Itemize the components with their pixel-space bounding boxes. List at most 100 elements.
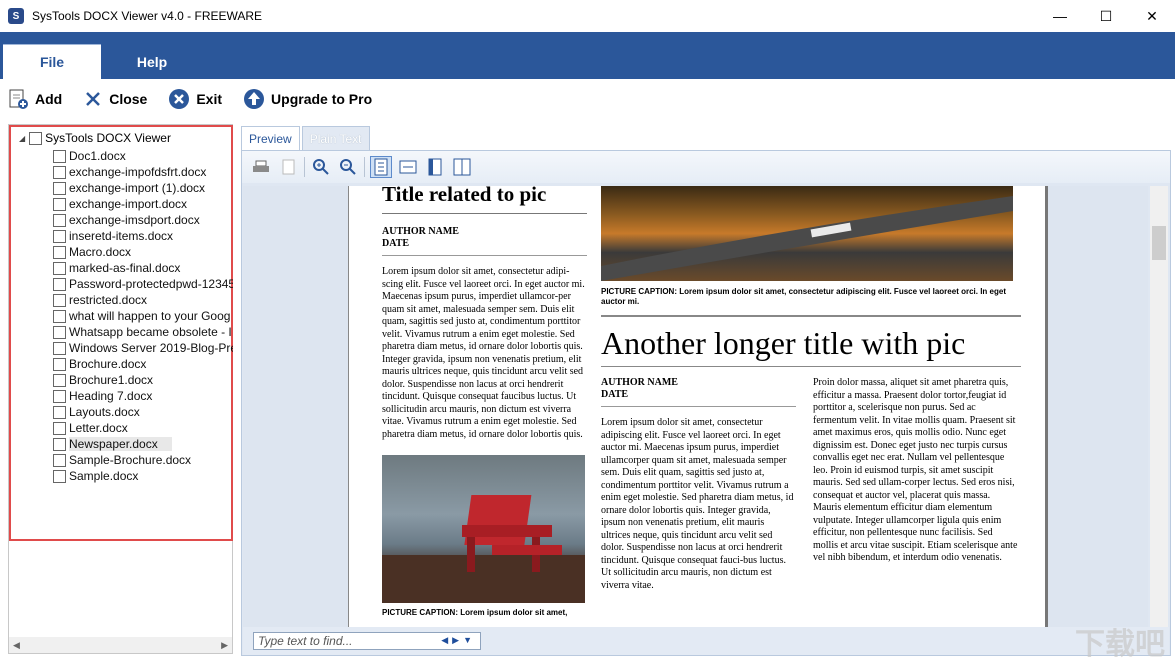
tab-plain-text[interactable]: Plain Text [301,126,370,150]
tree-file-item[interactable]: exchange-import.docx [53,196,233,212]
file-name-label: Layouts.docx [69,405,140,419]
exit-button[interactable]: Exit [168,88,222,110]
file-name-label: marked-as-final.docx [69,261,181,275]
file-name-label: exchange-imsdport.docx [69,213,200,227]
file-checkbox[interactable] [53,453,66,467]
find-nav-arrows-icon[interactable]: ◀▶▼ [441,635,476,646]
tree-file-item[interactable]: Letter.docx [53,420,233,436]
root-checkbox[interactable] [29,131,43,145]
title-bar: S SysTools DOCX Viewer v4.0 - FREEWARE —… [0,0,1175,32]
file-checkbox[interactable] [53,405,66,419]
tree-file-item[interactable]: Password-protectedpwd-12345 [53,276,233,292]
tree-file-item[interactable]: exchange-impofdsfrt.docx [53,164,233,180]
doc-author-block-2: AUTHOR NAME DATE [601,377,796,407]
document-canvas[interactable]: Title related to pic AUTHOR NAME DATE Lo… [243,186,1148,627]
file-checkbox[interactable] [53,229,66,243]
tab-help[interactable]: Help [110,44,194,79]
file-checkbox[interactable] [53,309,66,323]
tree-file-item[interactable]: Whatsapp became obsolete - I [53,324,233,340]
tree-file-item[interactable]: inseretd-items.docx [53,228,233,244]
tree-file-item[interactable]: marked-as-final.docx [53,260,233,276]
file-checkbox[interactable] [53,245,66,259]
file-name-label: Brochure.docx [69,357,147,371]
exit-label: Exit [196,91,223,107]
file-checkbox[interactable] [53,373,66,387]
tree-file-item[interactable]: exchange-import (1).docx [53,180,233,196]
tab-file[interactable]: File [3,44,101,79]
file-name-label: Heading 7.docx [69,389,153,403]
file-checkbox[interactable] [53,165,66,179]
upgrade-arrow-icon [243,88,265,110]
document-viewer: Title related to pic AUTHOR NAME DATE Lo… [241,150,1171,656]
fit-page-icon[interactable] [370,156,392,178]
app-logo-icon: S [8,8,24,24]
collapse-triangle-icon[interactable]: ◢ [19,134,25,143]
doc-title-2: Another longer title with pic [601,315,1021,367]
tree-file-item[interactable]: Sample.docx [53,468,233,484]
upgrade-button[interactable]: Upgrade to Pro [243,88,372,110]
doc-author-block-1: AUTHOR NAME DATE [382,226,587,256]
file-name-label: inseretd-items.docx [69,229,174,243]
tree-file-item[interactable]: Windows Server 2019-Blog-Pre [53,340,233,356]
file-name-label: Windows Server 2019-Blog-Pre [69,341,233,355]
zoom-out-icon[interactable] [337,156,359,178]
scroll-left-icon[interactable]: ◀ [13,640,20,651]
print-icon[interactable] [250,156,272,178]
tree-file-item[interactable]: Doc1.docx [53,148,233,164]
tree-file-item[interactable]: Newspaper.docx [53,436,233,452]
tree-file-item[interactable]: Heading 7.docx [53,388,233,404]
caption-bottom: PICTURE CAPTION: Lorem ipsum dolor sit a… [382,608,568,617]
file-checkbox[interactable] [53,325,66,339]
viewer-vertical-scrollbar[interactable] [1150,186,1168,627]
file-checkbox[interactable] [53,149,66,163]
minimize-button[interactable]: — [1037,0,1083,32]
close-label: Close [109,91,148,107]
tree-file-item[interactable]: Brochure1.docx [53,372,233,388]
file-checkbox[interactable] [53,293,66,307]
tree-file-item[interactable]: Sample-Brochure.docx [53,452,233,468]
fit-width-icon[interactable] [397,156,419,178]
tree-horizontal-scrollbar[interactable]: ◀ ▶ [9,637,232,653]
column-far-right: Proin dolor massa, aliquet sit amet phar… [813,377,1018,565]
maximize-button[interactable]: ☐ [1083,0,1129,32]
doc-title-1: Title related to pic [382,186,587,214]
find-input[interactable]: Type text to find... ◀▶▼ [253,632,481,650]
file-checkbox[interactable] [53,389,66,403]
upgrade-label: Upgrade to Pro [271,91,373,107]
zoom-in-icon[interactable] [310,156,332,178]
file-checkbox[interactable] [53,437,66,451]
doc-body-2: Lorem ipsum dolor sit amet, consectetur … [601,417,794,591]
tree-file-item[interactable]: exchange-imsdport.docx [53,212,233,228]
file-checkbox[interactable] [53,213,66,227]
close-button[interactable]: Close [83,89,147,109]
main-toolbar: Add Close Exit Upgrade to Pro [0,79,1175,119]
file-checkbox[interactable] [53,261,66,275]
scroll-thumb[interactable] [1152,226,1166,260]
doc-body-1: Lorem ipsum dolor sit amet, consectetur … [382,266,585,440]
file-checkbox[interactable] [53,341,66,355]
single-page-icon[interactable] [424,156,446,178]
close-window-button[interactable]: ✕ [1129,0,1175,32]
add-button[interactable]: Add [7,88,62,110]
file-checkbox[interactable] [53,357,66,371]
tree-file-item[interactable]: what will happen to your Goog [53,308,233,324]
file-checkbox[interactable] [53,197,66,211]
tree-file-item[interactable]: Macro.docx [53,244,233,260]
tree-root[interactable]: ◢ SysTools DOCX Viewer [19,131,171,145]
tree-file-item[interactable]: Brochure.docx [53,356,233,372]
find-bar: Type text to find... ◀▶▼ [243,627,1169,655]
tree-file-item[interactable]: Layouts.docx [53,404,233,420]
tab-preview[interactable]: Preview [241,126,300,150]
tree-file-item[interactable]: restricted.docx [53,292,233,308]
caption-top: PICTURE CAPTION: Lorem ipsum dolor sit a… [601,287,1006,306]
copy-icon[interactable] [277,156,299,178]
file-name-label: Brochure1.docx [69,373,154,387]
file-checkbox[interactable] [53,469,66,483]
two-page-icon[interactable] [451,156,473,178]
file-name-label: Newspaper.docx [69,437,172,451]
file-checkbox[interactable] [53,421,66,435]
scroll-right-icon[interactable]: ▶ [221,640,228,651]
doc-author-1: AUTHOR NAME [382,226,459,237]
file-checkbox[interactable] [53,277,66,291]
file-checkbox[interactable] [53,181,66,195]
